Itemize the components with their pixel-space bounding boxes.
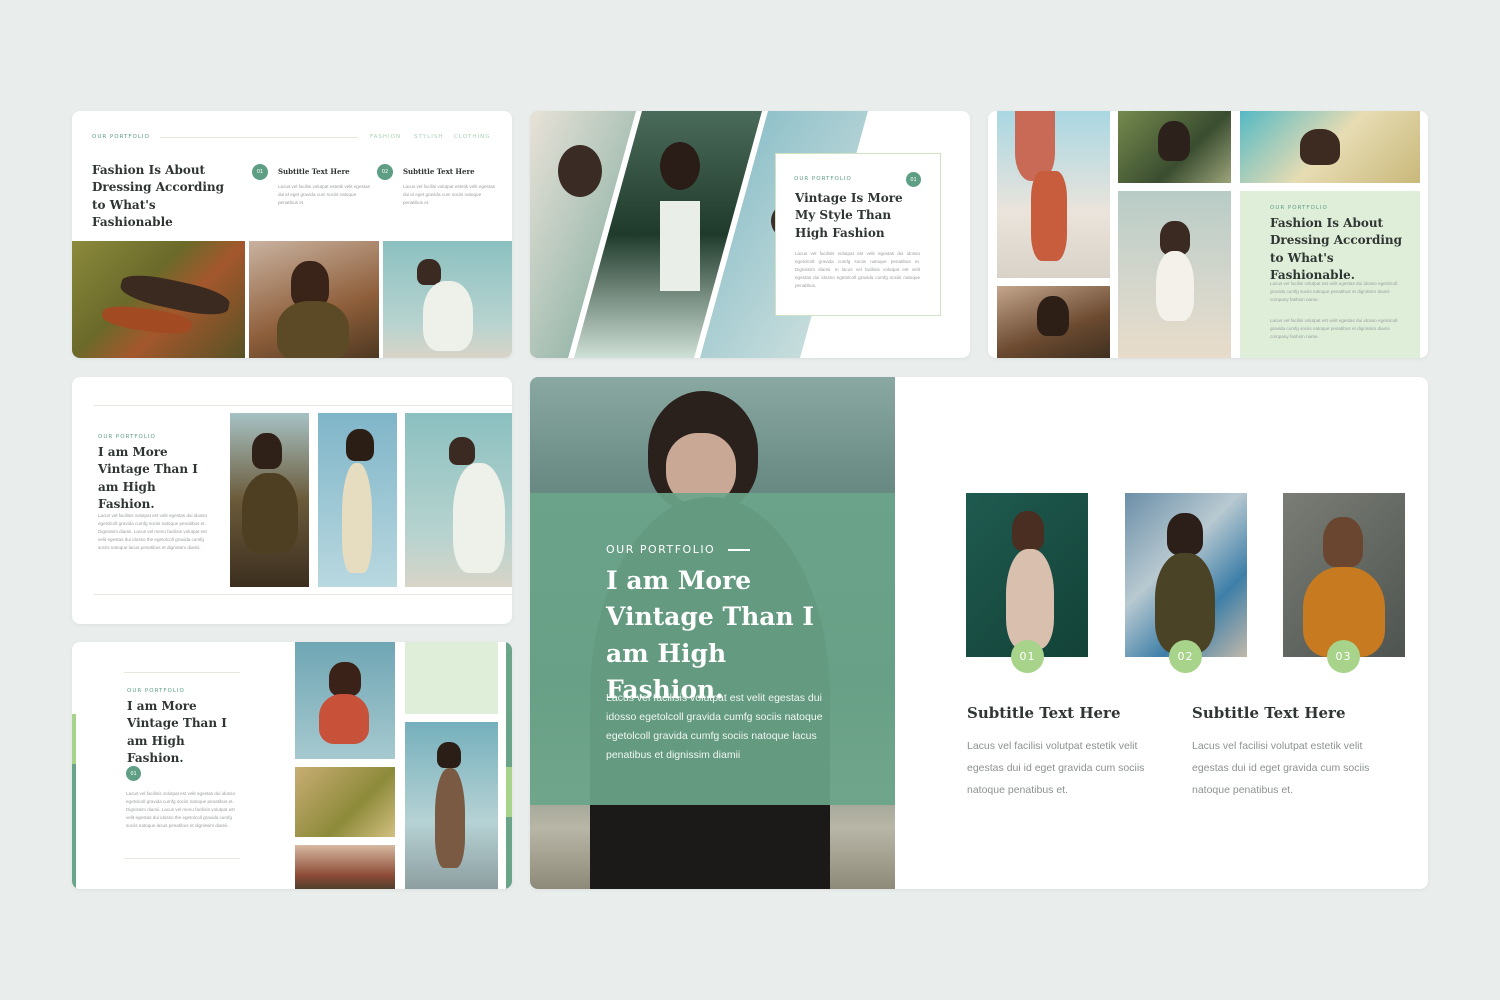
- photo-woman-standing: [405, 722, 498, 889]
- card-number-badge: 01: [906, 172, 921, 187]
- right-stripe: [506, 642, 512, 889]
- slide-text: Lacus vel facilisis volutpat est velit e…: [126, 791, 236, 829]
- bottom-rule: [124, 858, 240, 859]
- card-text: Lacus vel facilisis volutpat est velit e…: [795, 251, 920, 289]
- photo-man-sky: [405, 413, 512, 587]
- photo-skirt: [295, 845, 395, 889]
- right-stripe-light: [506, 767, 512, 817]
- bottom-rule: [94, 594, 512, 595]
- overlay-text: Lacus vel facilisis volutpat est velit e…: [606, 692, 823, 761]
- text-panel: OUR PORTFOLIO Fashion Is About Dressing …: [1240, 191, 1420, 358]
- item-text: Lacus vel facilisi volutpat estetik veli…: [1192, 740, 1370, 797]
- overlay-title: I am More Vintage Than I am High Fashion…: [606, 566, 815, 704]
- item-title: Subtitle Text Here: [403, 167, 475, 176]
- placeholder-block: [405, 642, 498, 714]
- photo-woman-jacket: [1125, 493, 1247, 657]
- top-rule: [94, 405, 512, 406]
- number-badge: 01: [126, 766, 141, 781]
- slide-title: I am More Vintage Than I am High Fashion…: [127, 699, 227, 766]
- slide-text: Lacus vel facilisis volutpat est velit e…: [98, 513, 208, 551]
- item-text: Lacus vel facilisi volutpat estetik veli…: [278, 184, 370, 206]
- photo-man-curls: [318, 413, 397, 587]
- slide-kicker: OUR PORTFOLIO: [127, 688, 185, 694]
- photo-woman-pose: [249, 241, 379, 358]
- item-text: Lacus vel facilisi volutpat estetik veli…: [967, 740, 1145, 797]
- text-card: OUR PORTFOLIO 01 Vintage Is More My Styl…: [775, 153, 941, 316]
- photo-woman-lighthouse: [997, 111, 1110, 278]
- photo-man-sky: [383, 241, 512, 358]
- slide-kicker: OUR PORTFOLIO: [98, 434, 156, 440]
- panel-text: Lacus vel facilisi volutpat est velit eg…: [1270, 318, 1398, 340]
- card-title: Vintage Is More My Style Than High Fashi…: [795, 191, 903, 240]
- photo-woman-pose: [230, 413, 309, 587]
- photo-woman-curls: [997, 286, 1110, 358]
- slide-title: Fashion Is About Dressing According to W…: [92, 163, 225, 230]
- accent-stripe-light: [72, 714, 76, 764]
- panel-text: Lacus vel facilisi volutpat est velit eg…: [1270, 281, 1398, 303]
- panel-kicker: OUR PORTFOLIO: [1270, 205, 1328, 211]
- slide-fashion-portfolio[interactable]: OUR PORTFOLIO FASHION STYLISH CLOTHING F…: [72, 111, 512, 358]
- text-overlay-panel: OUR PORTFOLIO I am More Vintage Than I a…: [530, 493, 895, 805]
- overlay-kicker: OUR PORTFOLIO: [606, 543, 716, 556]
- tag-fashion: FASHION: [370, 134, 402, 140]
- photo-couple-lying: [72, 241, 245, 358]
- slide-featured-portfolio[interactable]: OUR PORTFOLIO I am More Vintage Than I a…: [530, 377, 1428, 889]
- item-title: Subtitle Text Here: [1192, 704, 1346, 722]
- item-number-badge: 01: [252, 164, 268, 180]
- tag-stylish: STYLISH: [414, 134, 444, 140]
- slide-title: I am More Vintage Than I am High Fashion…: [98, 445, 198, 512]
- number-badge: 03: [1327, 640, 1360, 673]
- kicker-line: [728, 549, 750, 551]
- item-title: Subtitle Text Here: [967, 704, 1121, 722]
- panel-title: Fashion Is About Dressing According to W…: [1270, 216, 1403, 283]
- slide-vintage-collage[interactable]: OUR PORTFOLIO I am More Vintage Than I a…: [72, 642, 512, 889]
- slide-fashion-grid[interactable]: OUR PORTFOLIO Fashion Is About Dressing …: [988, 111, 1428, 358]
- top-rule: [124, 672, 240, 673]
- card-kicker: OUR PORTFOLIO: [794, 176, 852, 182]
- tag-clothing: CLOTHING: [454, 134, 491, 140]
- photo-woman-beach: [1118, 191, 1231, 358]
- kicker-rule: [160, 137, 358, 138]
- item-title: Subtitle Text Here: [278, 167, 350, 176]
- photo-flowing-dress: [295, 767, 395, 837]
- photo-man-headband: [1283, 493, 1405, 657]
- photo-woman-icecream: [966, 493, 1088, 657]
- photo-dancer: [295, 642, 395, 759]
- slide-vintage-style[interactable]: OUR PORTFOLIO 01 Vintage Is More My Styl…: [530, 111, 970, 358]
- number-badge: 01: [1011, 640, 1044, 673]
- item-number-badge: 02: [377, 164, 393, 180]
- item-text: Lacus vel facilisi volutpat estetik veli…: [403, 184, 495, 206]
- slide-kicker: OUR PORTFOLIO: [92, 134, 150, 140]
- photo-woman-sunglasses: [1118, 111, 1231, 183]
- photo-woman-flowers: [1240, 111, 1420, 183]
- slide-vintage-triptych[interactable]: OUR PORTFOLIO I am More Vintage Than I a…: [72, 377, 512, 624]
- number-badge: 02: [1169, 640, 1202, 673]
